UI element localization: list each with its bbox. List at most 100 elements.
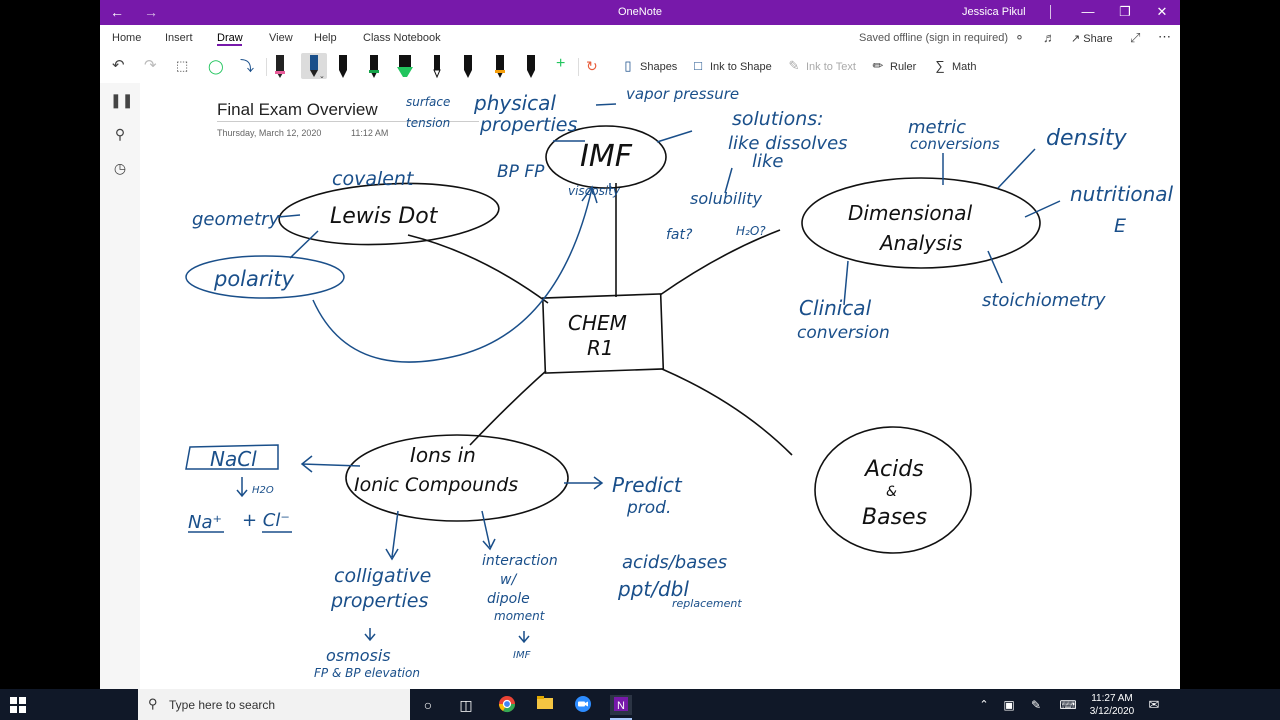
- lightbulb-icon[interactable]: ⚬: [1014, 30, 1025, 46]
- tab-view[interactable]: View: [269, 32, 293, 44]
- bell-icon[interactable]: ♬: [1043, 30, 1056, 45]
- polarity-text: polarity: [213, 267, 295, 291]
- colligative-text-1: colligative: [334, 565, 431, 587]
- lewis-dot-text: Lewis Dot: [330, 204, 439, 229]
- task-view-icon[interactable]: ◫: [455, 695, 477, 715]
- notebooks-icon[interactable]: ❚❚: [110, 92, 133, 112]
- restore-icon[interactable]: ❐: [1110, 3, 1140, 21]
- tab-home[interactable]: Home: [112, 32, 141, 44]
- show-hidden-icons[interactable]: ⌃: [973, 695, 995, 715]
- shapes-icon: ▯: [624, 58, 632, 73]
- ribbon-tabs: Home Insert Draw View Help Class Noteboo…: [100, 25, 1180, 49]
- windows-start-icon[interactable]: [10, 697, 26, 713]
- da-to-nutritional: [1024, 200, 1061, 218]
- pen-orange-icon[interactable]: [490, 53, 510, 79]
- pen-workspace-icon[interactable]: ✎: [1025, 695, 1047, 715]
- undo-icon[interactable]: ↶: [112, 57, 125, 75]
- dash-mark: [595, 103, 617, 106]
- notifications-icon[interactable]: ✉: [1143, 695, 1165, 715]
- line-chem-acids: [661, 368, 793, 456]
- interaction-text-2: w/: [500, 572, 517, 588]
- lasso-select-icon[interactable]: ◯: [208, 57, 224, 75]
- geometry-link: [277, 214, 301, 218]
- onenote-taskbar-icon[interactable]: N: [610, 695, 632, 715]
- ions-to-colligative: [385, 510, 399, 561]
- search-icon[interactable]: ⚲: [110, 126, 130, 146]
- pen-black-pink-icon[interactable]: [270, 53, 290, 79]
- taskbar-clock[interactable]: 11:27 AM 3/12/2020: [1084, 692, 1140, 718]
- pen-blue-selected-icon[interactable]: ⌄: [301, 53, 327, 80]
- acids-text-1: Acids: [863, 457, 924, 482]
- nutritional-text-1: nutritional: [1070, 182, 1174, 206]
- pen-black-2-icon[interactable]: [458, 53, 478, 79]
- predict-text-1: Predict: [612, 473, 683, 497]
- replacement-note: replacement: [672, 597, 742, 610]
- zoom-icon[interactable]: [572, 695, 594, 715]
- colligative-down: [364, 628, 376, 642]
- osmosis-text: osmosis: [326, 646, 391, 665]
- pencil-icon[interactable]: [427, 53, 447, 79]
- ions-to-predict-arrow: [564, 476, 604, 490]
- solutions-text-3: like: [752, 151, 784, 172]
- draw-toolbar: ↶ ↷ ⬚ ◯ ⤵ ⌄ + ↻ ▯ Shapes □ Ink to Shape ✎ I…: [100, 49, 1180, 83]
- density-text: density: [1046, 126, 1128, 151]
- tab-insert[interactable]: Insert: [165, 32, 193, 44]
- nacl-text: NaCl: [210, 447, 257, 471]
- ink-mindmap: IMF CHEM R1 Lewis Dot Dimensional Analys…: [185, 85, 1174, 680]
- add-pen-icon[interactable]: +: [556, 55, 565, 73]
- ink-to-text-label: Ink to Text: [806, 61, 856, 73]
- tab-help[interactable]: Help: [314, 32, 337, 44]
- ink-to-text-icon: ✎: [788, 58, 800, 73]
- predict-text-2: prod.: [626, 498, 671, 518]
- tab-class-notebook[interactable]: Class Notebook: [363, 32, 441, 44]
- taskbar-search-box[interactable]: ⚲ Type here to search: [138, 689, 410, 720]
- redo-icon[interactable]: ↷: [144, 57, 157, 75]
- ruler-icon: ✏: [872, 58, 884, 73]
- expand-icon[interactable]: ⤢: [1130, 30, 1140, 46]
- ions-text-2: Ionic Compounds: [354, 474, 518, 496]
- onenote-window: ← → OneNote Jessica Pikul — ❐ ✕ Home Ins…: [100, 0, 1180, 689]
- math-button[interactable]: ∑ Math: [932, 57, 976, 75]
- interaction-down: [518, 631, 530, 644]
- title-bar: ← → OneNote Jessica Pikul — ❐ ✕: [100, 0, 1180, 25]
- viscosity-text: viscosity: [568, 184, 621, 198]
- da-to-density: [997, 148, 1036, 189]
- page-canvas[interactable]: Final Exam Overview Thursday, March 12, …: [140, 83, 1180, 689]
- user-name[interactable]: Jessica Pikul: [962, 6, 1026, 18]
- recent-clock-icon[interactable]: ◷: [110, 160, 130, 180]
- more-options-icon[interactable]: ⋯: [1158, 29, 1171, 45]
- active-tab-underline: [217, 44, 242, 46]
- type-select-icon[interactable]: ⬚: [176, 57, 188, 75]
- title-separator: [1050, 5, 1051, 19]
- pen-green-icon[interactable]: [364, 53, 384, 79]
- math-label: Math: [952, 61, 977, 73]
- add-space-icon[interactable]: ⤵: [240, 57, 254, 75]
- chrome-icon[interactable]: [496, 695, 518, 715]
- share-button[interactable]: ↗ Share: [1071, 32, 1113, 45]
- tab-draw[interactable]: Draw: [217, 32, 243, 44]
- covalent-text: covalent: [332, 168, 415, 190]
- da-text-2: Analysis: [878, 231, 962, 255]
- colligative-text-2: properties: [330, 590, 428, 612]
- acids-text-2: &: [886, 484, 897, 500]
- highlighter-green-icon[interactable]: [395, 53, 415, 79]
- bp-fp-text: BP FP: [497, 162, 545, 182]
- physical-text: physical: [473, 91, 556, 115]
- ruler-button[interactable]: ✏ Ruler: [870, 57, 917, 75]
- cortana-icon[interactable]: ○: [417, 695, 439, 715]
- meet-now-icon[interactable]: ▣: [998, 695, 1020, 715]
- pen-black-icon[interactable]: [333, 53, 353, 79]
- pen-black-3-icon[interactable]: [521, 53, 541, 79]
- ink-to-shape-icon: □: [694, 58, 702, 73]
- ink-replay-icon[interactable]: ↻: [586, 57, 598, 75]
- ink-to-shape-button[interactable]: □ Ink to Shape: [690, 57, 772, 75]
- minimize-icon[interactable]: —: [1073, 3, 1103, 21]
- geometry-text: geometry: [192, 209, 280, 230]
- shapes-button[interactable]: ▯ Shapes: [620, 57, 677, 75]
- keyboard-icon[interactable]: ⌨: [1057, 695, 1079, 715]
- ink-to-text-button[interactable]: ✎ Ink to Text: [786, 57, 856, 75]
- metric-text-2: conversions: [910, 135, 1000, 153]
- nutritional-text-2: E: [1114, 215, 1126, 237]
- file-explorer-icon[interactable]: [534, 695, 556, 715]
- close-icon[interactable]: ✕: [1147, 3, 1177, 21]
